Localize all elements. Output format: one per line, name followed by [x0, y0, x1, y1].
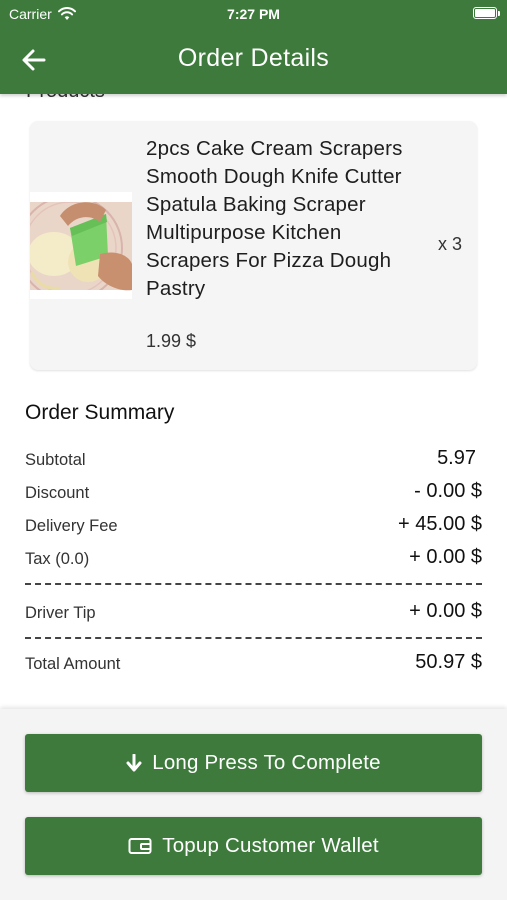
product-name: 2pcs Cake Cream Scrapers Smooth Dough Kn… [146, 137, 403, 300]
products-heading: Products [26, 94, 105, 103]
discount-row: Discount - 0.00 $ [25, 480, 482, 508]
total-amount-label: Total Amount [25, 655, 121, 673]
delivery-fee-label: Delivery Fee [25, 517, 118, 535]
arrow-down-icon [126, 754, 142, 772]
order-summary-title: Order Summary [25, 401, 175, 424]
product-card: 2pcs Cake Cream Scrapers Smooth Dough Kn… [30, 121, 477, 370]
subtotal-value: 5.97 [437, 447, 476, 469]
long-press-complete-label: Long Press To Complete [152, 751, 381, 774]
driver-tip-label: Driver Tip [25, 604, 96, 622]
product-image [30, 192, 132, 299]
delivery-fee-value: + 45.00 $ [398, 513, 482, 535]
total-amount-row: Total Amount 50.97 $ [25, 651, 482, 679]
long-press-complete-button[interactable]: Long Press To Complete [25, 734, 482, 792]
total-amount-value: 50.97 $ [415, 651, 482, 673]
order-content[interactable]: Products 2pcs Cake Cream [0, 94, 507, 714]
dough-scraper-illustration [30, 192, 132, 299]
app-header: Carrier 7:27 PM Order Details [0, 0, 507, 94]
discount-label: Discount [25, 484, 90, 502]
topup-wallet-label: Topup Customer Wallet [162, 834, 379, 857]
tax-value: + 0.00 $ [409, 546, 482, 568]
page-title: Order Details [177, 44, 330, 72]
tax-label: Tax (0.0) [25, 550, 90, 568]
tax-row: Tax (0.0) + 0.00 $ [25, 546, 482, 574]
subtotal-row: Subtotal 5.97 [25, 447, 482, 475]
subtotal-label: Subtotal [25, 451, 86, 469]
product-quantity: x 3 [437, 234, 462, 254]
driver-tip-value: + 0.00 $ [409, 600, 482, 622]
delivery-fee-row: Delivery Fee + 45.00 $ [25, 513, 482, 541]
wallet-icon [128, 838, 152, 854]
status-time: 7:27 PM [227, 6, 280, 22]
battery-icon [473, 7, 500, 19]
bottom-action-panel: Long Press To Complete Topup Customer Wa… [0, 709, 507, 900]
order-details-screen: Carrier 7:27 PM Order Details 2pcs Cake … [0, 0, 507, 900]
discount-value: - 0.00 $ [414, 480, 482, 502]
total-divider [25, 637, 482, 639]
driver-tip-row: Driver Tip + 0.00 $ [25, 600, 482, 628]
nav-bar: Order Details [0, 30, 507, 90]
summary-divider [25, 583, 482, 585]
topup-wallet-button[interactable]: Topup Customer Wallet [25, 817, 482, 875]
product-price: 1.99 $ [146, 331, 197, 351]
status-bar: Carrier 7:27 PM [0, 0, 507, 28]
